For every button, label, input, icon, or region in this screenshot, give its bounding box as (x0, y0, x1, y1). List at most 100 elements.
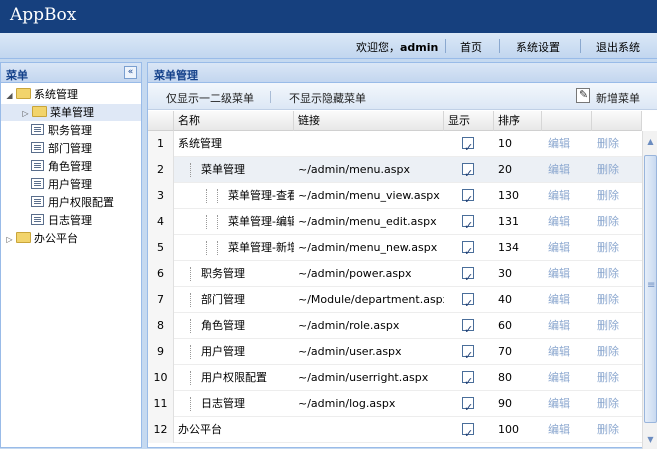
delete-link[interactable]: 删除 (597, 131, 637, 157)
scroll-down-icon[interactable]: ▼ (644, 433, 657, 447)
edit-link[interactable]: 编辑 (548, 131, 588, 157)
tree-node-label: 角色管理 (48, 160, 92, 173)
scroll-thumb[interactable] (644, 155, 657, 423)
nav-logout-link[interactable]: 退出系统 (596, 39, 640, 55)
header-name[interactable]: 名称 (174, 111, 294, 131)
row-number: 6 (148, 261, 174, 287)
row-number: 12 (148, 417, 174, 443)
page-icon (31, 124, 44, 135)
welcome-text: 欢迎您，admin (356, 39, 438, 55)
collapse-arrow-icon[interactable]: ◢ (5, 87, 14, 104)
table-row[interactable]: 12 办公平台 100 编辑删除 (148, 417, 642, 443)
table-row[interactable]: 1 系统管理 10 编辑删除 (148, 131, 642, 157)
grid-scrollbar[interactable]: ▲ ▼ (642, 131, 657, 449)
edit-link[interactable]: 编辑 (548, 391, 588, 417)
visible-checkbox[interactable] (462, 369, 474, 391)
table-row[interactable]: 9 用户管理 ~/admin/user.aspx 70 编辑删除 (148, 339, 642, 365)
visible-checkbox[interactable] (462, 265, 474, 287)
tree-node[interactable]: 角色管理 (31, 158, 92, 175)
table-row[interactable]: 4 菜单管理-编辑 ~/admin/menu_edit.aspx 131 编辑删除 (148, 209, 642, 235)
delete-link[interactable]: 删除 (597, 339, 637, 365)
edit-link[interactable]: 编辑 (548, 183, 588, 209)
visible-checkbox[interactable] (462, 213, 474, 235)
hide-hidden-button[interactable]: 不显示隐藏菜单 (289, 90, 366, 106)
nav-home-link[interactable]: 首页 (460, 39, 482, 55)
menu-link: ~/admin/userright.aspx (298, 371, 429, 384)
tree-node[interactable]: 职务管理 (31, 122, 92, 139)
visible-checkbox[interactable] (462, 161, 474, 183)
header-link[interactable]: 链接 (294, 111, 444, 131)
scroll-up-icon[interactable]: ▲ (644, 135, 657, 149)
delete-link[interactable]: 删除 (597, 417, 637, 443)
tree-node[interactable]: 日志管理 (31, 212, 92, 229)
tree-node[interactable]: 部门管理 (31, 140, 92, 157)
show-level12-button[interactable]: 仅显示一二级菜单 (166, 90, 254, 106)
menu-link (298, 417, 444, 443)
menu-name: 部门管理 (201, 293, 245, 306)
menu-name: 日志管理 (201, 397, 245, 410)
delete-link[interactable]: 删除 (597, 235, 637, 261)
page-icon (31, 214, 44, 225)
edit-link[interactable]: 编辑 (548, 365, 588, 391)
edit-link[interactable]: 编辑 (548, 235, 588, 261)
table-row[interactable]: 7 部门管理 ~/Module/department.aspx 40 编辑删除 (148, 287, 642, 313)
visible-checkbox[interactable] (462, 239, 474, 261)
edit-link[interactable]: 编辑 (548, 209, 588, 235)
visible-cell (462, 131, 492, 157)
visible-checkbox[interactable] (462, 395, 474, 417)
add-menu-button[interactable]: 新增菜单 (596, 90, 640, 106)
edit-link[interactable]: 编辑 (548, 313, 588, 339)
delete-link[interactable]: 删除 (597, 287, 637, 313)
visible-checkbox[interactable] (462, 421, 474, 443)
row-number: 10 (148, 365, 174, 391)
delete-link[interactable]: 删除 (597, 313, 637, 339)
visible-checkbox[interactable] (462, 135, 474, 157)
visible-cell (462, 261, 492, 287)
delete-link[interactable]: 删除 (597, 391, 637, 417)
header-order[interactable]: 排序 (494, 111, 542, 131)
table-row[interactable]: 6 职务管理 ~/admin/power.aspx 30 编辑删除 (148, 261, 642, 287)
edit-link[interactable]: 编辑 (548, 157, 588, 183)
nav-settings-link[interactable]: 系统设置 (516, 39, 560, 55)
tree-node[interactable]: 用户管理 (31, 176, 92, 193)
tree-node[interactable]: ◢ 系统管理 (5, 86, 78, 103)
visible-checkbox[interactable] (462, 187, 474, 209)
visible-checkbox[interactable] (462, 317, 474, 339)
edit-link[interactable]: 编辑 (548, 261, 588, 287)
edit-link[interactable]: 编辑 (548, 287, 588, 313)
menu-name: 菜单管理-新增 (228, 241, 294, 254)
expand-arrow-icon[interactable]: ▷ (5, 231, 14, 248)
delete-link[interactable]: 删除 (597, 157, 637, 183)
expand-arrow-icon[interactable]: ▷ (21, 105, 30, 122)
add-menu-icon[interactable] (576, 88, 590, 103)
tree-guide-line (190, 293, 191, 307)
visible-cell (462, 365, 492, 391)
delete-link[interactable]: 删除 (597, 365, 637, 391)
row-number: 5 (148, 235, 174, 261)
table-row[interactable]: 10 用户权限配置 ~/admin/userright.aspx 80 编辑删除 (148, 365, 642, 391)
table-row[interactable]: 3 菜单管理-查看 ~/admin/menu_view.aspx 130 编辑删除 (148, 183, 642, 209)
menu-name-cell: 菜单管理-新增 (174, 235, 294, 261)
delete-link[interactable]: 删除 (597, 261, 637, 287)
nav-divider (580, 39, 581, 53)
visible-checkbox[interactable] (462, 291, 474, 313)
edit-link[interactable]: 编辑 (548, 339, 588, 365)
visible-checkbox[interactable] (462, 343, 474, 365)
menu-name-cell: 系统管理 (174, 131, 294, 157)
row-number: 7 (148, 287, 174, 313)
collapse-sidebar-button[interactable]: « (124, 66, 137, 79)
delete-link[interactable]: 删除 (597, 209, 637, 235)
menu-name-cell: 日志管理 (174, 391, 294, 417)
tree-node[interactable]: ▷ 办公平台 (5, 230, 78, 247)
tree-guide-line (206, 189, 207, 203)
table-row[interactable]: 5 菜单管理-新增 ~/admin/menu_new.aspx 134 编辑删除 (148, 235, 642, 261)
table-row[interactable]: 11 日志管理 ~/admin/log.aspx 90 编辑删除 (148, 391, 642, 417)
visible-cell (462, 235, 492, 261)
table-row[interactable]: 2 菜单管理 ~/admin/menu.aspx 20 编辑删除 (148, 157, 642, 183)
table-row[interactable]: 8 角色管理 ~/admin/role.aspx 60 编辑删除 (148, 313, 642, 339)
tree-node[interactable]: 用户权限配置 (31, 194, 114, 211)
edit-link[interactable]: 编辑 (548, 417, 588, 443)
delete-link[interactable]: 删除 (597, 183, 637, 209)
tree-node[interactable]: ▷ 菜单管理 (1, 104, 141, 121)
header-visible[interactable]: 显示 (444, 111, 494, 131)
